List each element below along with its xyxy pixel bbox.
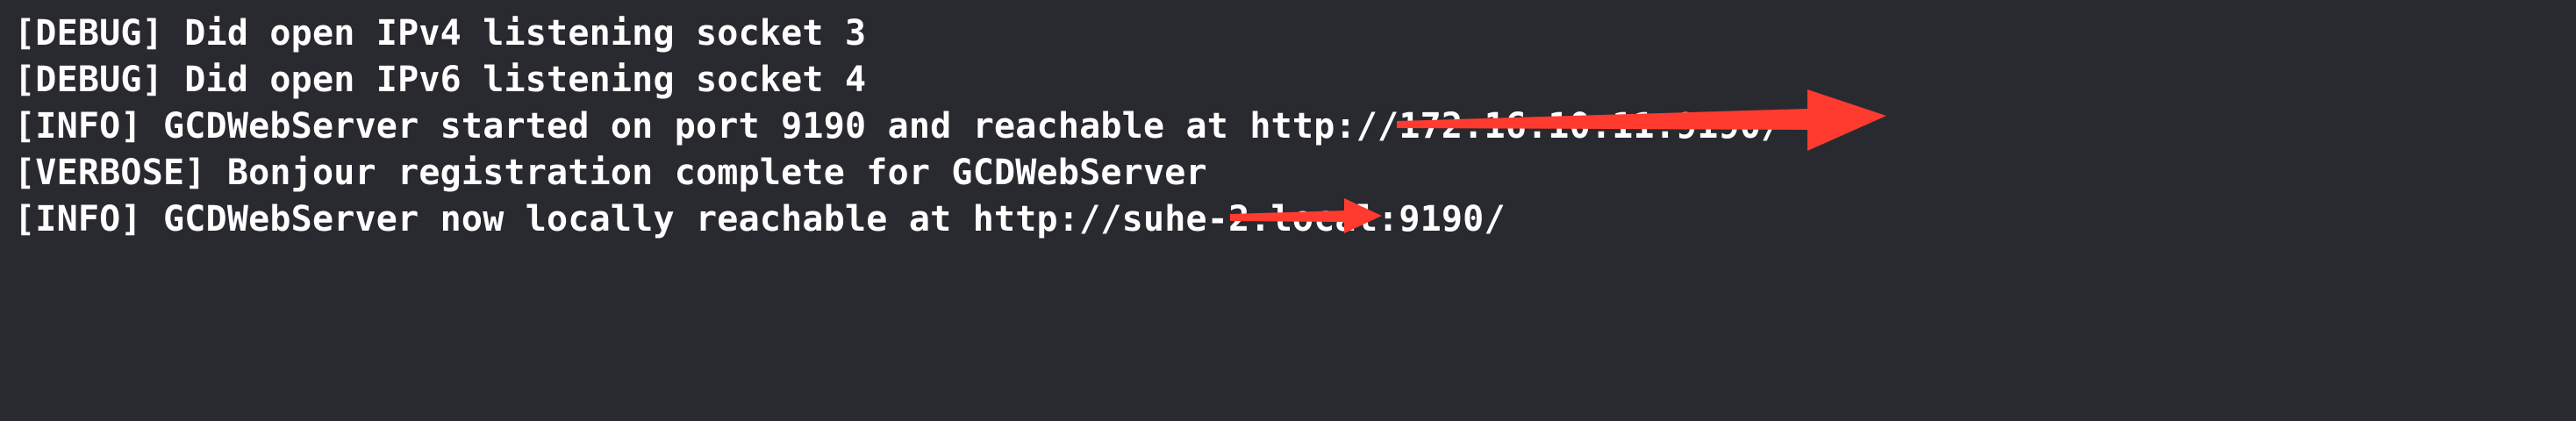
log-line: [DEBUG] Did open IPv4 listening socket 3: [14, 13, 867, 54]
log-line: [INFO] GCDWebServer started on port 9190…: [14, 106, 1783, 146]
log-line: [DEBUG] Did open IPv6 listening socket 4: [14, 60, 867, 100]
log-line: [VERBOSE] Bonjour registration complete …: [14, 153, 1207, 193]
log-line: [INFO] GCDWebServer now locally reachabl…: [14, 199, 1506, 239]
console-output: [DEBUG] Did open IPv4 listening socket 3…: [14, 11, 2558, 410]
